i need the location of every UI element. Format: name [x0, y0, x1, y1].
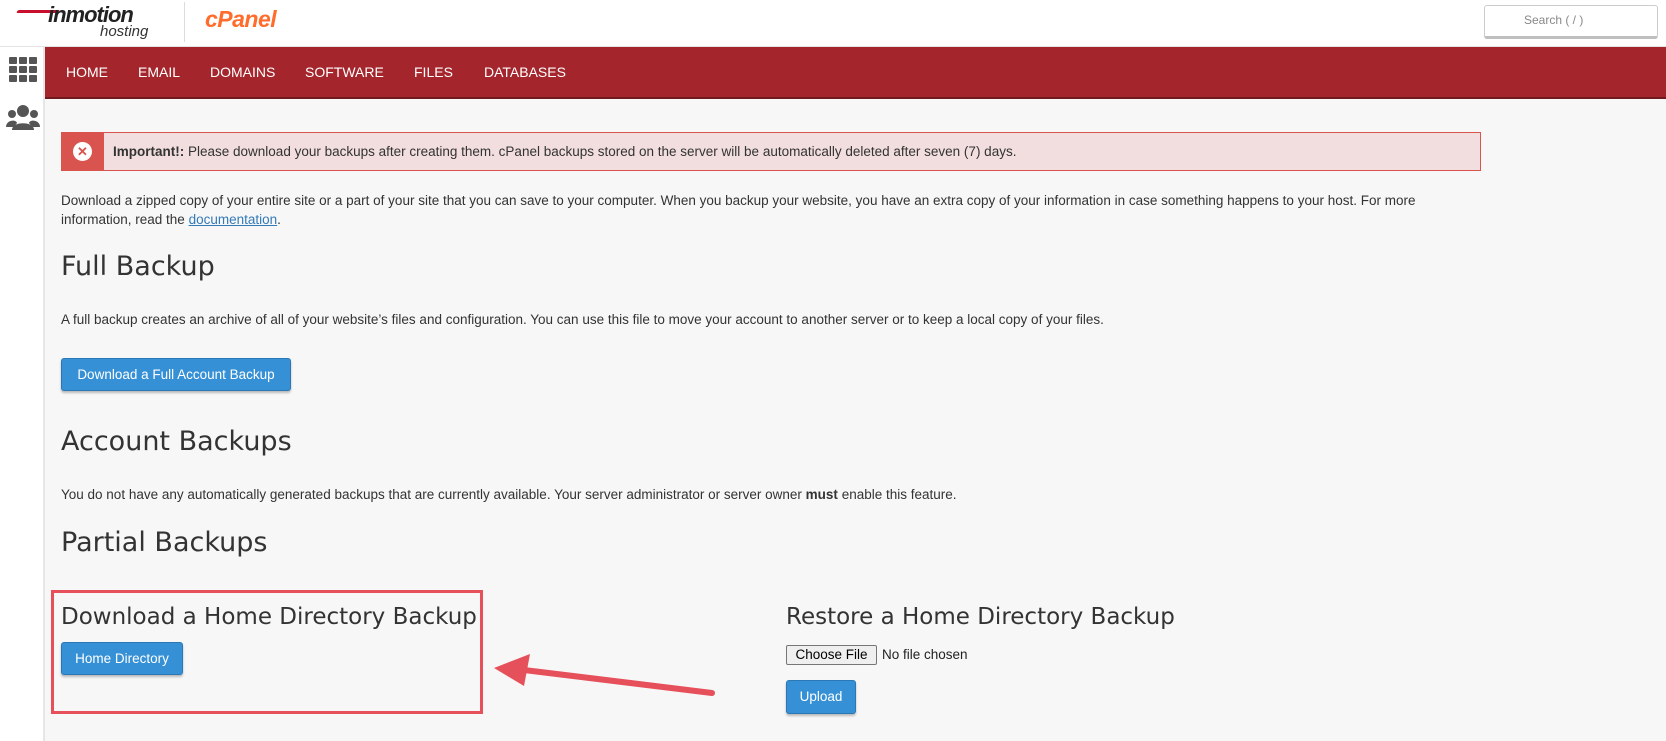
inmotion-hosting-logo[interactable]: inmotion hosting [14, 2, 174, 42]
nav-domains[interactable]: DOMAINS [210, 64, 275, 80]
alert-label: Important!: [113, 144, 185, 159]
annotation-highlight-box [51, 590, 483, 714]
full-backup-desc: A full backup creates an archive of all … [61, 312, 1104, 327]
restore-home-directory-title: Restore a Home Directory Backup [786, 604, 1175, 630]
alert-message: Please download your backups after creat… [184, 144, 1017, 159]
cpanel-logo[interactable]: cPanel [205, 6, 277, 33]
close-circle-icon: ✕ [73, 142, 92, 161]
side-rail [0, 47, 45, 741]
account-desc-bold: must [805, 487, 838, 502]
intro-paragraph: Download a zipped copy of your entire si… [61, 191, 1481, 229]
full-backup-title: Full Backup [61, 251, 215, 282]
nav-email[interactable]: EMAIL [138, 64, 180, 80]
important-alert: ✕ Important!: Please download your backu… [61, 132, 1481, 171]
apps-grid-icon[interactable] [9, 57, 37, 83]
upload-button[interactable]: Upload [786, 680, 856, 714]
annotation-arrow-icon [494, 654, 715, 696]
account-desc-before: You do not have any automatically genera… [61, 487, 806, 502]
header-divider [184, 2, 185, 42]
brand-sub: hosting [100, 23, 149, 40]
nav-files[interactable]: FILES [414, 64, 453, 80]
alert-icon-box: ✕ [62, 133, 104, 170]
main-nav: HOME EMAIL DOMAINS SOFTWARE FILES DATABA… [45, 47, 1666, 99]
top-header: inmotion hosting cPanel Search ( / ) [0, 0, 1666, 47]
partial-backups-title: Partial Backups [61, 527, 268, 558]
intro-end: . [277, 212, 281, 227]
nav-software[interactable]: SOFTWARE [305, 64, 384, 80]
search-input[interactable]: Search ( / ) [1484, 5, 1658, 39]
account-desc-after: enable this feature. [837, 487, 957, 502]
account-backups-title: Account Backups [61, 426, 292, 457]
nav-home[interactable]: HOME [66, 64, 108, 80]
nav-databases[interactable]: DATABASES [484, 64, 566, 80]
documentation-link[interactable]: documentation [189, 212, 278, 227]
alert-text: Important!: Please download your backups… [113, 144, 1016, 159]
choose-file-button[interactable]: Choose File [786, 645, 877, 665]
account-backups-desc: You do not have any automatically genera… [61, 487, 957, 502]
users-icon[interactable] [6, 103, 40, 133]
download-full-backup-button[interactable]: Download a Full Account Backup [61, 358, 291, 391]
no-file-chosen-text: No file chosen [882, 647, 968, 662]
